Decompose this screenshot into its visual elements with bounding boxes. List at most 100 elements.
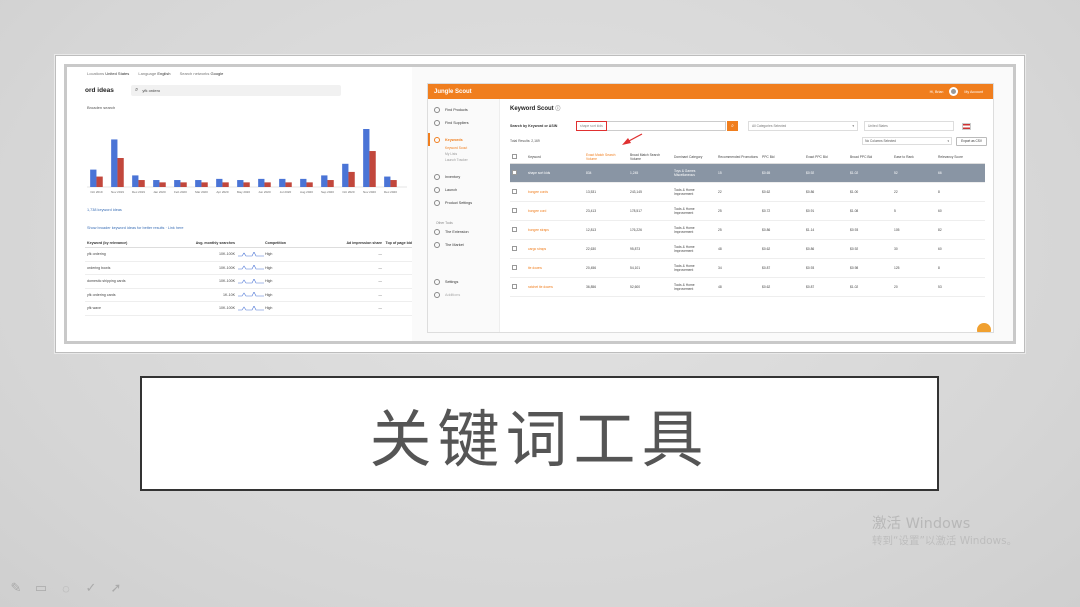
- kp-col-impression[interactable]: Ad impression share: [325, 241, 382, 245]
- kp-impression-cell: —: [378, 306, 382, 311]
- kp-col-keyword[interactable]: Keyword (by relevance): [85, 241, 190, 245]
- kp-keyword-cell: domestic shipping cards: [87, 279, 126, 284]
- network-value[interactable]: Google: [210, 71, 223, 76]
- location-value[interactable]: United States: [105, 71, 129, 76]
- kp-broader-link[interactable]: Show broader keyword ideas for better re…: [87, 226, 183, 230]
- chart-tick-label: Nov 2020: [363, 190, 376, 194]
- chat-icon[interactable]: ◌: [58, 580, 74, 596]
- trend-sparkline: [238, 292, 264, 297]
- layout-icon[interactable]: ▭: [33, 580, 49, 596]
- kp-competition-cell: High: [265, 306, 273, 311]
- kp-keyword-cell: yfk ordering cards: [87, 292, 116, 297]
- kp-table-header: Keyword (by relevance) Avg. monthly sear…: [85, 239, 412, 248]
- chart-bar[interactable]: [384, 176, 391, 187]
- kp-keyword-cell: yfk ordering: [87, 252, 106, 257]
- kp-competition-cell: High: [265, 265, 273, 270]
- chart-bar[interactable]: [243, 182, 250, 187]
- chart-bar[interactable]: [279, 178, 286, 187]
- chart-bar[interactable]: [153, 180, 160, 187]
- windows-watermark-title: 激活 Windows: [872, 516, 971, 532]
- chart-bar[interactable]: [321, 175, 328, 187]
- chart-bar[interactable]: [195, 180, 202, 187]
- kp-col-bid[interactable]: Top of page bid: [382, 241, 412, 245]
- chart-bar[interactable]: [138, 180, 145, 187]
- keyword-planner-panel: Locations United States Language English…: [67, 67, 412, 341]
- chart-bar[interactable]: [90, 169, 97, 187]
- chart-tick-label: Aug 2020: [300, 190, 313, 194]
- kp-competition-cell: High: [265, 279, 273, 284]
- kp-competition-cell: High: [265, 292, 273, 297]
- chart-tick-label: Nov 2019: [111, 190, 124, 194]
- chart-bar[interactable]: [306, 182, 313, 187]
- table-row[interactable]: domestic shipping cards 10K-100K High —: [85, 275, 412, 289]
- chart-bar[interactable]: [96, 176, 103, 187]
- windows-watermark-subtitle: 转到“设置”以激活 Windows。: [872, 535, 1018, 547]
- chart-bar[interactable]: [327, 180, 334, 187]
- chart-bar[interactable]: [363, 129, 370, 187]
- chart-bar[interactable]: [237, 180, 244, 187]
- pen-icon[interactable]: ✎: [8, 580, 24, 596]
- kp-keyword-cell: ordering bowls: [87, 265, 111, 270]
- jungle-scout-panel: Jungle Scout Hi, Brian My Account Find P…: [427, 83, 994, 333]
- check-icon[interactable]: ✓: [83, 580, 99, 596]
- chart-bar[interactable]: [132, 175, 139, 187]
- chart-bar[interactable]: [264, 182, 271, 187]
- kp-volume-chart: Oct 2019 Nov 2019 Dec 2019 Jan 2020 Feb 2020…: [87, 129, 407, 194]
- table-row[interactable]: yfk wave 10K-100K High —: [85, 302, 412, 316]
- kp-impression-cell: —: [378, 252, 382, 257]
- kp-searches-cell: 1K-10K: [223, 292, 235, 297]
- chart-tick-label: Jan 2020: [153, 190, 166, 194]
- screenshot-inner: Locations United States Language English…: [64, 64, 1016, 344]
- chart-bar[interactable]: [300, 178, 307, 187]
- chart-bar[interactable]: [159, 182, 166, 187]
- kp-page-title: ord ideas: [85, 86, 114, 94]
- presentation-toolbar: ✎ ▭ ◌ ✓ ➚: [8, 580, 124, 596]
- chart-bar[interactable]: [117, 158, 124, 187]
- chart-bar[interactable]: [348, 171, 355, 187]
- kp-impression-cell: —: [378, 292, 382, 297]
- chart-bar[interactable]: [285, 182, 292, 187]
- chart-tick-label: Oct 2019: [90, 190, 103, 194]
- kp-search-input[interactable]: ⌕ yfk ordero: [131, 84, 341, 96]
- kp-ideas-count: 1,738 keyword ideas: [87, 208, 122, 212]
- kp-keyword-table: Keyword (by relevance) Avg. monthly sear…: [85, 239, 412, 316]
- location-label: Locations: [87, 71, 105, 76]
- annotation-arrow: [622, 133, 643, 145]
- chart-tick-label: Feb 2020: [174, 190, 187, 194]
- chart-bar[interactable]: [216, 178, 223, 187]
- kp-keyword-cell: yfk wave: [87, 306, 101, 311]
- chart-bar[interactable]: [258, 178, 265, 187]
- slide-title-box: 关键词工具: [140, 376, 939, 491]
- chart-tick-label: Dec 2019: [132, 190, 145, 194]
- chart-tick-label: Dec 2020: [384, 190, 397, 194]
- chart-tick-label: Jul 2020: [280, 190, 292, 194]
- chart-bar[interactable]: [222, 182, 229, 187]
- chart-bar[interactable]: [342, 163, 349, 187]
- kp-broaden-search[interactable]: Broaden search: [67, 99, 412, 112]
- chart-bar[interactable]: [111, 139, 118, 187]
- trend-sparkline: [238, 265, 264, 270]
- trend-sparkline: [238, 278, 264, 284]
- slide-title: 关键词工具: [369, 402, 710, 476]
- kp-col-competition[interactable]: Competition: [265, 241, 325, 245]
- kp-top-bar: Locations United States Language English…: [67, 67, 412, 81]
- chart-tick-label: Apr 2020: [216, 190, 229, 194]
- chart-tick-label: Sep 2020: [321, 190, 334, 194]
- chart-tick-label: May 2020: [237, 190, 251, 194]
- chart-bar[interactable]: [390, 180, 397, 187]
- kp-col-searches[interactable]: Avg. monthly searches: [190, 241, 235, 245]
- kp-impression-cell: —: [378, 279, 382, 284]
- chart-bar[interactable]: [201, 182, 208, 187]
- chart-bar[interactable]: [174, 180, 181, 187]
- chart-bar[interactable]: [180, 182, 187, 187]
- language-value[interactable]: English: [157, 71, 170, 76]
- table-row[interactable]: ordering bowls 10K-100K High —: [85, 262, 412, 275]
- kp-impression-cell: —: [378, 265, 382, 270]
- chart-bar[interactable]: [369, 151, 376, 187]
- kp-competition-cell: High: [265, 252, 273, 257]
- screenshot-frame: Locations United States Language English…: [55, 55, 1025, 353]
- kp-searches-cell: 10K-100K: [219, 279, 235, 284]
- table-row[interactable]: yfk ordering 10K-100K High —: [85, 248, 412, 262]
- table-row[interactable]: yfk ordering cards 1K-10K High —: [85, 289, 412, 302]
- cursor-icon[interactable]: ➚: [108, 580, 124, 596]
